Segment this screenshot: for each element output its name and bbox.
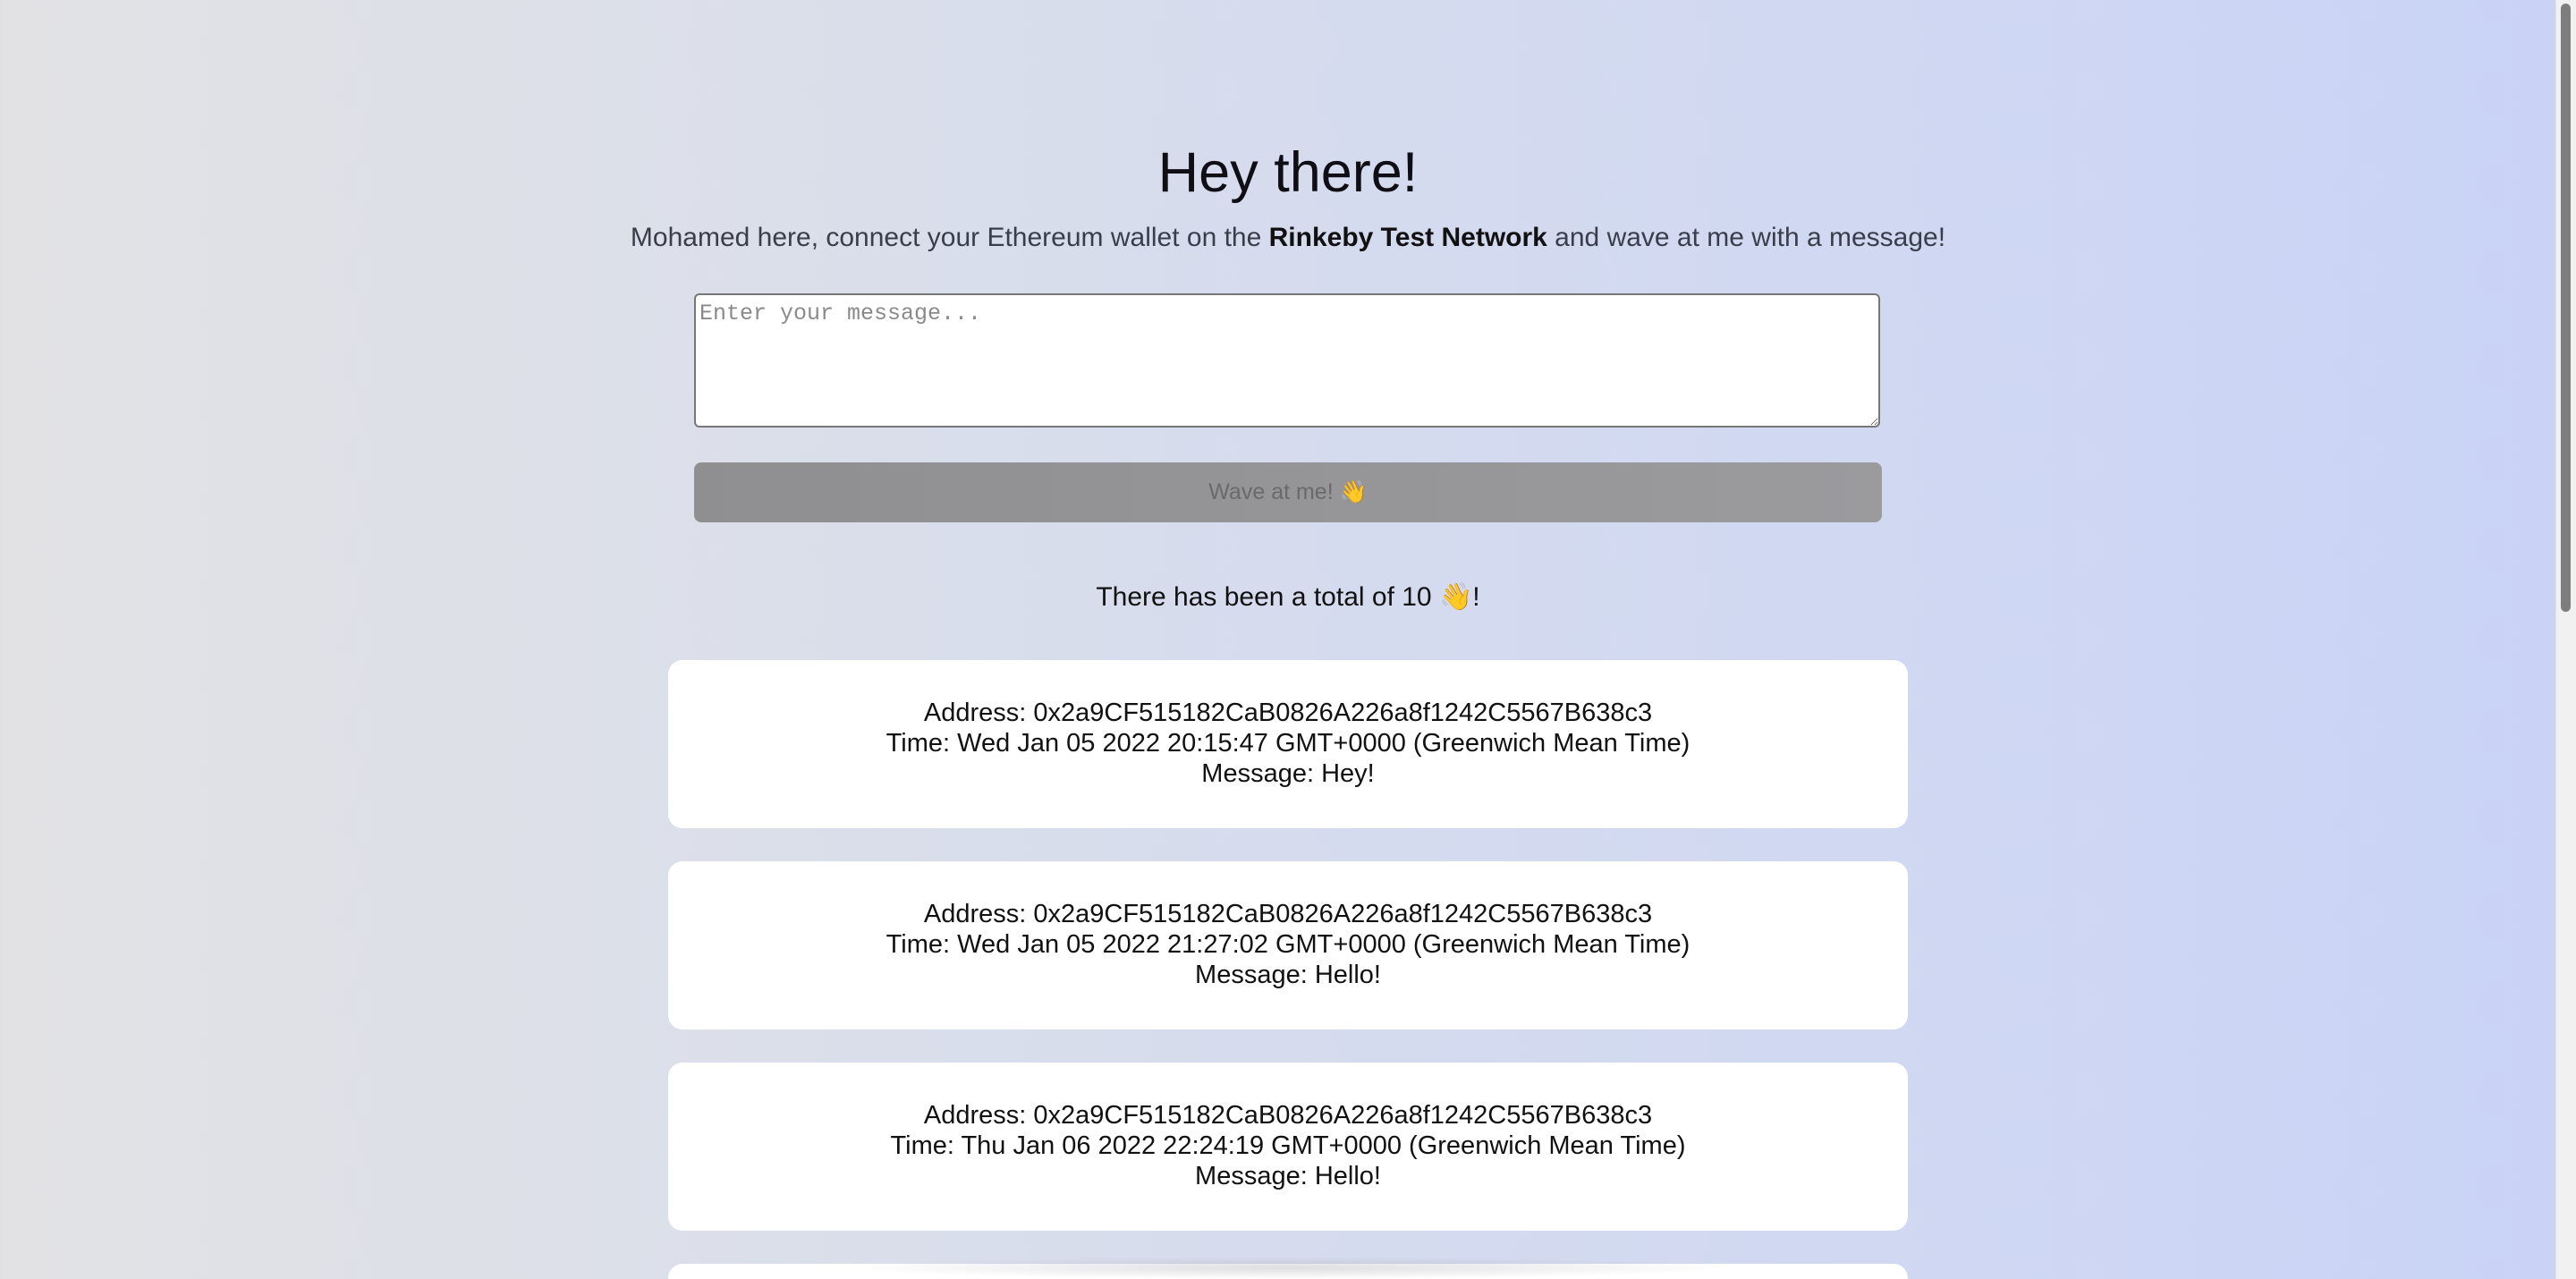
wave-address: Address: 0x2a9CF515182CaB0826A226a8f1242… bbox=[923, 900, 1653, 928]
wave-time: Time: Wed Jan 05 2022 20:15:47 GMT+0000 … bbox=[886, 729, 1690, 758]
wave-button[interactable]: Wave at me! 👋 bbox=[694, 462, 1882, 522]
subtitle-suffix: and wave at me with a message! bbox=[1546, 223, 1946, 252]
wave-time: Time: Thu Jan 06 2022 22:24:19 GMT+0000 … bbox=[890, 1131, 1686, 1160]
bottom-shadow bbox=[841, 1257, 1735, 1279]
subtitle-network-name: Rinkeby Test Network bbox=[1268, 223, 1547, 252]
scrollbar-thumb[interactable] bbox=[2561, 4, 2571, 612]
wave-message: Message: Hey! bbox=[1201, 759, 1375, 788]
wave-card: Address: 0x2a9CF515182CaB0826A226a8f1242… bbox=[668, 1063, 1908, 1231]
vertical-scrollbar[interactable] bbox=[2555, 0, 2576, 1279]
page: Hey there! Mohamed here, connect your Et… bbox=[0, 0, 2556, 1279]
page-subtitle: Mohamed here, connect your Ethereum wall… bbox=[0, 220, 2576, 256]
page-title: Hey there! bbox=[1157, 141, 1419, 204]
wave-message: Message: Hello! bbox=[1195, 961, 1381, 989]
wave-address: Address: 0x2a9CF515182CaB0826A226a8f1242… bbox=[923, 699, 1653, 727]
wave-card: Address: 0x2a9CF515182CaB0826A226a8f1242… bbox=[668, 861, 1908, 1029]
wave-list: Address: 0x2a9CF515182CaB0826A226a8f1242… bbox=[668, 660, 1908, 1279]
wave-address: Address: 0x2a9CF515182CaB0826A226a8f1242… bbox=[923, 1101, 1653, 1130]
wave-card: Address: 0x2a9CF515182CaB0826A226a8f1242… bbox=[668, 660, 1908, 828]
header: Hey there! bbox=[0, 141, 2576, 201]
wave-message: Message: Hello! bbox=[1195, 1162, 1381, 1190]
subtitle-prefix: Mohamed here, connect your Ethereum wall… bbox=[630, 223, 1269, 252]
total-waves-count: There has been a total of 10 👋! bbox=[1096, 582, 1480, 612]
wave-time: Time: Wed Jan 05 2022 21:27:02 GMT+0000 … bbox=[886, 930, 1690, 959]
message-input[interactable] bbox=[694, 293, 1880, 428]
